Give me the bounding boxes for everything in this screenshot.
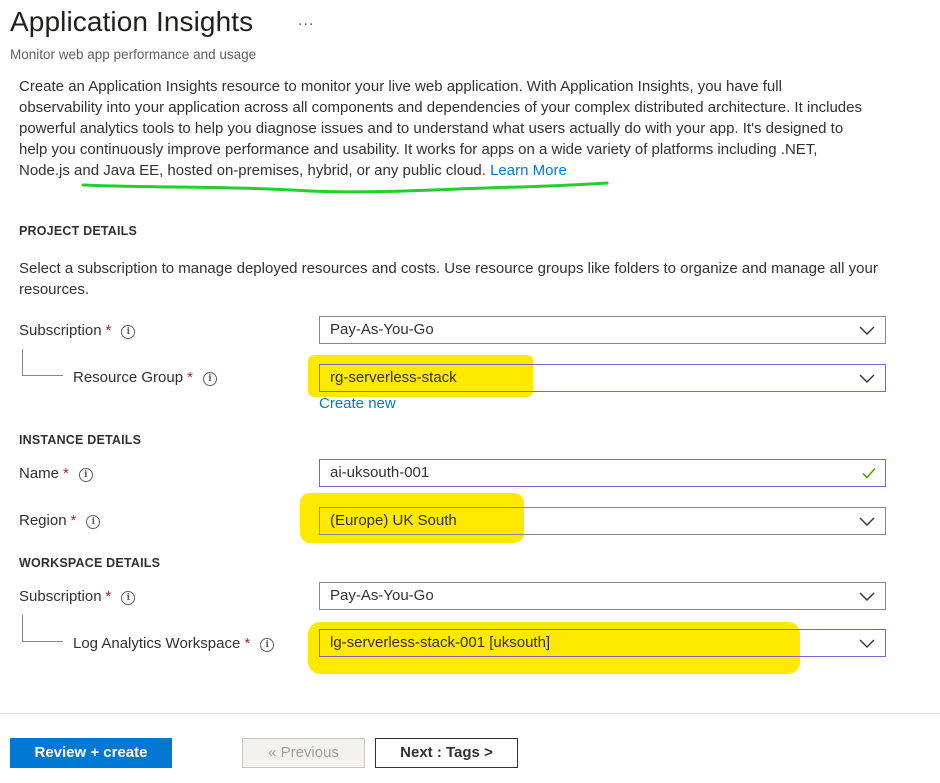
log-analytics-workspace-label: Log Analytics Workspace * i <box>73 635 275 652</box>
required-marker: * <box>105 322 112 339</box>
region-value: (Europe) UK South <box>330 512 457 529</box>
region-dropdown[interactable]: (Europe) UK South <box>319 507 886 535</box>
chevron-down-icon <box>859 592 875 601</box>
resource-group-label-text: Resource Group <box>73 369 184 386</box>
name-label-text: Name <box>19 465 60 482</box>
required-marker: * <box>187 369 193 386</box>
create-new-link[interactable]: Create new <box>319 395 396 412</box>
required-marker: * <box>105 588 112 605</box>
workspace-subscription-label: Subscription * i <box>19 588 136 605</box>
chevron-down-icon <box>859 326 875 335</box>
more-options-button[interactable]: ... <box>298 12 314 30</box>
next-tags-button[interactable]: Next : Tags > <box>375 738 518 768</box>
subscription-dropdown[interactable]: Pay-As-You-Go <box>319 316 886 344</box>
log-analytics-workspace-label-text: Log Analytics Workspace <box>73 635 241 652</box>
subscription-label: Subscription * i <box>19 322 136 339</box>
project-details-heading: PROJECT DETAILS <box>19 224 138 238</box>
name-input[interactable]: ai-uksouth-001 <box>319 459 886 487</box>
required-marker: * <box>244 635 251 652</box>
resource-group-label: Resource Group * i <box>73 369 217 386</box>
annotation-underline <box>81 181 609 194</box>
workspace-details-heading: WORKSPACE DETAILS <box>19 556 161 570</box>
subscription-label-text: Subscription <box>19 322 102 339</box>
page-subtitle: Monitor web app performance and usage <box>10 47 257 62</box>
required-marker: * <box>63 465 69 482</box>
region-label-text: Region <box>19 512 67 529</box>
info-icon[interactable]: i <box>121 591 136 605</box>
project-details-text: Select a subscription to manage deployed… <box>19 260 878 298</box>
checkmark-icon <box>862 467 876 479</box>
subscription-value: Pay-As-You-Go <box>330 321 434 338</box>
workspace-subscription-label-text: Subscription <box>19 588 102 605</box>
chevron-down-icon <box>859 374 875 383</box>
name-label: Name * i <box>19 465 93 482</box>
info-icon[interactable]: i <box>121 325 136 339</box>
info-icon[interactable]: i <box>78 468 93 482</box>
chevron-down-icon <box>859 517 875 526</box>
resource-group-value: rg-serverless-stack <box>330 369 457 386</box>
previous-button[interactable]: « Previous <box>242 738 365 768</box>
log-analytics-workspace-dropdown[interactable]: lg-serverless-stack-001 [uksouth] <box>319 629 886 657</box>
tree-connector <box>22 349 63 376</box>
info-icon[interactable]: i <box>86 515 101 529</box>
workspace-subscription-dropdown[interactable]: Pay-As-You-Go <box>319 582 886 610</box>
chevron-down-icon <box>859 639 875 648</box>
info-icon[interactable]: i <box>202 372 217 386</box>
review-create-button[interactable]: Review + create <box>10 738 172 768</box>
name-value: ai-uksouth-001 <box>330 464 430 481</box>
description: Create an Application Insights resource … <box>19 76 869 181</box>
page-title: Application Insights <box>10 6 254 37</box>
workspace-subscription-value: Pay-As-You-Go <box>330 587 434 604</box>
footer-divider <box>0 713 940 714</box>
tree-connector <box>22 615 63 642</box>
log-analytics-workspace-value: lg-serverless-stack-001 [uksouth] <box>330 634 551 651</box>
info-icon[interactable]: i <box>260 638 275 652</box>
region-label: Region * i <box>19 512 101 529</box>
resource-group-dropdown[interactable]: rg-serverless-stack <box>319 364 886 392</box>
description-text: Create an Application Insights resource … <box>19 78 862 179</box>
required-marker: * <box>70 512 77 529</box>
instance-details-heading: INSTANCE DETAILS <box>19 433 142 447</box>
